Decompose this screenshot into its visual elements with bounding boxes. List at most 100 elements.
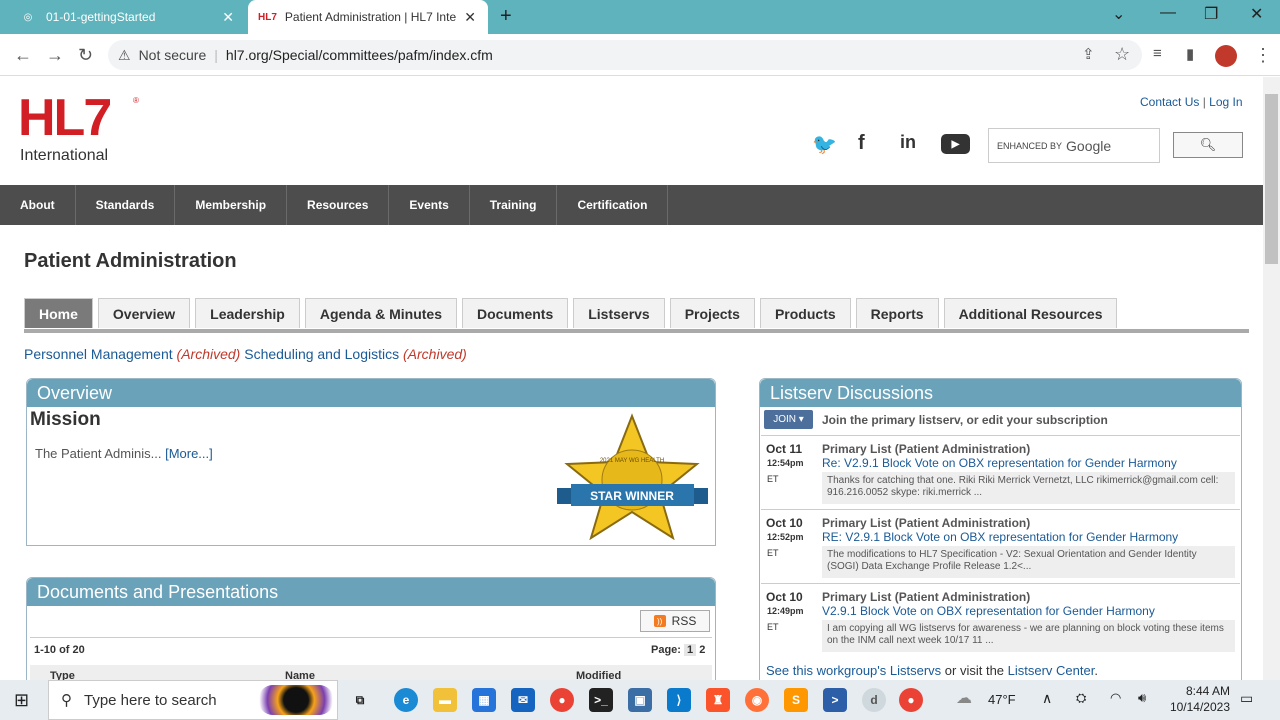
- page-label: Page:: [651, 644, 681, 656]
- close-tab-icon[interactable]: ✕: [222, 9, 234, 26]
- tab-home[interactable]: Home: [24, 298, 93, 328]
- tab-additional-resources[interactable]: Additional Resources: [943, 298, 1118, 328]
- tab-overview[interactable]: Overview: [97, 298, 191, 328]
- see-mid: or visit the: [941, 663, 1008, 678]
- nav-events[interactable]: Events: [389, 185, 470, 225]
- chrome-profile-icon[interactable]: ●: [899, 688, 923, 712]
- weather-cloud-icon[interactable]: ☁: [956, 688, 972, 708]
- browser-tab-1[interactable]: ◎ 01-01-gettingStarted ✕: [8, 0, 246, 34]
- reading-list-icon[interactable]: ≡: [1153, 45, 1162, 62]
- workgroup-tabs: Home Overview Leadership Agenda & Minute…: [24, 298, 1118, 328]
- brave-icon[interactable]: ♜: [706, 688, 730, 712]
- remote-desktop-icon[interactable]: ▣: [628, 688, 652, 712]
- login-link[interactable]: Log In: [1209, 95, 1242, 109]
- menu-icon[interactable]: ⋮: [1254, 45, 1272, 66]
- hl7-logo[interactable]: HL7: [18, 92, 112, 144]
- tab-title: 01-01-gettingStarted: [46, 10, 156, 24]
- more-link[interactable]: [More...]: [165, 446, 213, 461]
- nav-training[interactable]: Training: [470, 185, 558, 225]
- tab-reports[interactable]: Reports: [855, 298, 939, 328]
- scheduling-logistics-link[interactable]: Scheduling and Logistics: [244, 346, 399, 362]
- archived-tag: (Archived): [176, 346, 241, 362]
- search-button[interactable]: 🔍︎: [1173, 132, 1243, 158]
- divider: |: [214, 47, 218, 63]
- browser-tab-2[interactable]: HL7 Patient Administration | HL7 Inte ✕: [248, 0, 488, 34]
- tab-products[interactable]: Products: [759, 298, 851, 328]
- mission-excerpt: The Patient Adminis...: [35, 446, 162, 461]
- linkedin-icon[interactable]: in: [900, 132, 916, 153]
- terminal-icon[interactable]: >_: [589, 688, 613, 712]
- wifi-icon[interactable]: ◠: [1110, 690, 1121, 706]
- mission-text: The Patient Adminis... [More...]: [35, 446, 213, 461]
- edge-icon[interactable]: e: [394, 688, 418, 712]
- youtube-icon[interactable]: ▶: [941, 134, 970, 154]
- close-window-icon[interactable]: ✕: [1250, 4, 1263, 24]
- rss-button[interactable]: )) RSS: [640, 610, 710, 632]
- personnel-management-link[interactable]: Personnel Management: [24, 346, 173, 362]
- chrome-icon[interactable]: ●: [550, 688, 574, 712]
- listserv-center-link[interactable]: Listserv Center: [1008, 663, 1095, 678]
- page-1[interactable]: 1: [684, 644, 697, 656]
- mission-heading: Mission: [30, 409, 101, 430]
- minimize-icon[interactable]: —: [1160, 4, 1176, 22]
- nav-membership[interactable]: Membership: [175, 185, 288, 225]
- rss-label: RSS: [671, 614, 697, 628]
- search-highlight-image: [258, 685, 334, 715]
- post-subject-link[interactable]: Re: V2.9.1 Block Vote on OBX representat…: [822, 456, 1177, 470]
- bookmark-star-icon[interactable]: ☆: [1114, 44, 1130, 65]
- url-text[interactable]: hl7.org/Special/committees/pafm/index.cf…: [226, 47, 493, 63]
- nav-standards[interactable]: Standards: [76, 185, 176, 225]
- star-winner-badge: STAR WINNER 2021 MAY WG HEALTH: [557, 413, 708, 540]
- app-d-icon[interactable]: d: [862, 688, 886, 712]
- tray-icon[interactable]: ⛭: [1076, 690, 1086, 706]
- profile-avatar[interactable]: [1215, 45, 1237, 67]
- tab-documents[interactable]: Documents: [462, 298, 569, 328]
- forward-icon[interactable]: →: [46, 45, 64, 66]
- post-tz: ET: [767, 474, 779, 484]
- hl7-favicon-icon: HL7: [258, 11, 277, 23]
- tab-leadership[interactable]: Leadership: [195, 298, 300, 328]
- tab-agenda-minutes[interactable]: Agenda & Minutes: [304, 298, 457, 328]
- volume-icon[interactable]: 🔊︎: [1138, 690, 1146, 706]
- nav-certification[interactable]: Certification: [557, 185, 669, 225]
- back-icon[interactable]: ←: [14, 45, 32, 66]
- overview-title: Overview: [27, 379, 715, 407]
- firefox-icon[interactable]: ◉: [745, 688, 769, 712]
- task-view-icon[interactable]: ⧉: [348, 688, 372, 712]
- nav-resources[interactable]: Resources: [287, 185, 390, 225]
- chevron-up-icon[interactable]: ∧: [1042, 690, 1052, 707]
- nav-about[interactable]: About: [0, 185, 76, 225]
- notification-icon[interactable]: ▭: [1240, 690, 1253, 707]
- omnibox[interactable]: ⚠ Not secure | hl7.org/Special/committee…: [108, 40, 1142, 70]
- scrollbar-thumb[interactable]: [1265, 94, 1278, 264]
- taskbar-clock[interactable]: 8:44 AM 10/14/2023: [1160, 683, 1230, 715]
- post-subject-link[interactable]: V2.9.1 Block Vote on OBX representation …: [822, 604, 1155, 618]
- twitter-icon[interactable]: 🐦: [812, 132, 837, 157]
- vscode-icon[interactable]: ⟩: [667, 688, 691, 712]
- restore-icon[interactable]: ❐: [1204, 4, 1218, 24]
- list-item: Oct 11 12:54pm ET Primary List (Patient …: [761, 435, 1240, 509]
- reload-icon[interactable]: ↻: [78, 45, 93, 66]
- new-tab-icon[interactable]: +: [500, 5, 512, 28]
- contact-us-link[interactable]: Contact Us: [1140, 95, 1199, 109]
- store-icon[interactable]: ▦: [472, 688, 496, 712]
- mail-icon[interactable]: ✉: [511, 688, 535, 712]
- share-icon[interactable]: ⇪: [1082, 45, 1095, 63]
- page-2[interactable]: 2: [699, 644, 705, 656]
- windows-start-icon[interactable]: ⊞: [14, 690, 29, 711]
- file-explorer-icon[interactable]: ▬: [433, 688, 457, 712]
- facebook-icon[interactable]: f: [858, 132, 865, 155]
- tab-search-chevron-icon[interactable]: ⌄: [1112, 4, 1125, 24]
- tab-listservs[interactable]: Listservs: [573, 298, 665, 328]
- post-subject-link[interactable]: RE: V2.9.1 Block Vote on OBX representat…: [822, 530, 1178, 544]
- site-search-input[interactable]: ENHANCED BY Google: [988, 128, 1160, 163]
- tab-projects[interactable]: Projects: [669, 298, 755, 328]
- listservs-link[interactable]: Listservs: [890, 663, 941, 678]
- archived-links: Personnel Management (Archived) Scheduli…: [24, 346, 467, 362]
- close-tab-icon[interactable]: ✕: [464, 9, 476, 26]
- powershell-icon[interactable]: >: [823, 688, 847, 712]
- join-button[interactable]: JOIN ▾: [764, 410, 813, 429]
- sublime-icon[interactable]: S: [784, 688, 808, 712]
- side-panel-icon[interactable]: ▮: [1186, 45, 1194, 63]
- weather-temp[interactable]: 47°F: [988, 692, 1016, 707]
